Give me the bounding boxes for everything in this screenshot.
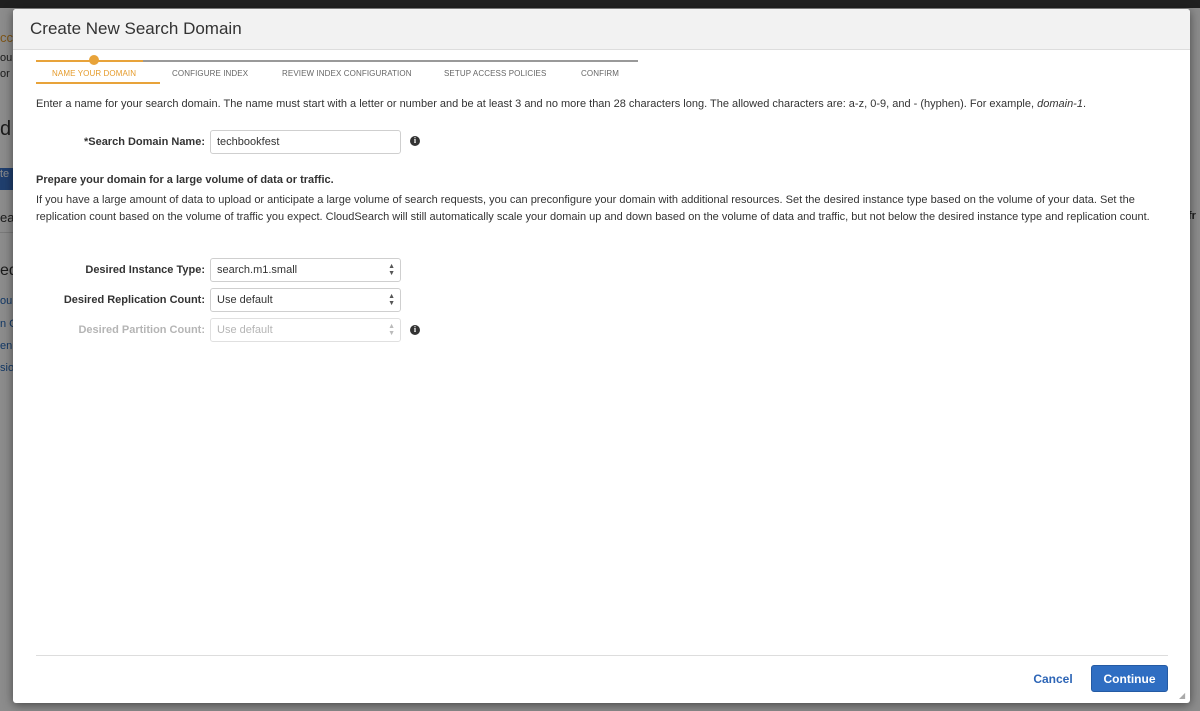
partition-count-label: Desired Partition Count: [78, 324, 205, 336]
wizard-step-configure-index: CONFIGURE INDEX [172, 69, 249, 78]
scaling-description: If you have a large amount of data to up… [36, 194, 1150, 223]
replication-count-label: Desired Replication Count: [63, 294, 205, 306]
footer-divider [36, 655, 1168, 656]
info-icon[interactable]: i [410, 136, 420, 146]
info-icon[interactable]: i [410, 325, 420, 335]
instance-type-value: search.m1.small [217, 264, 298, 276]
modal-title: Create New Search Domain [30, 19, 242, 38]
wizard-progress-line [143, 60, 638, 62]
wizard-progress: NAME YOUR DOMAIN CONFIGURE INDEX REVIEW … [36, 54, 638, 84]
resize-grip-icon[interactable]: ◢ [1179, 692, 1187, 700]
wizard-active-underline [36, 82, 160, 84]
search-domain-name-label: *Search Domain Name: [83, 136, 205, 148]
select-arrows-icon: ▲ ▼ [388, 323, 395, 337]
partition-count-value: Use default [217, 324, 273, 336]
create-domain-modal: Create New Search Domain NAME YOUR DOMAI… [13, 9, 1190, 703]
intro-example: domain-1 [1037, 98, 1083, 110]
select-arrows-icon: ▲ ▼ [388, 293, 395, 307]
scaling-heading: Prepare your domain for a large volume o… [36, 174, 334, 186]
modal-header: Create New Search Domain [13, 9, 1190, 50]
cancel-button[interactable]: Cancel [1025, 667, 1081, 692]
continue-button[interactable]: Continue [1091, 665, 1168, 692]
wizard-step-review-index-configuration: REVIEW INDEX CONFIGURATION [282, 69, 412, 78]
replication-count-select[interactable]: Use default ▲ ▼ [210, 288, 401, 312]
search-domain-name-input[interactable] [210, 130, 401, 154]
wizard-step-name-your-domain: NAME YOUR DOMAIN [52, 69, 137, 78]
instance-type-select[interactable]: search.m1.small ▲ ▼ [210, 258, 401, 282]
wizard-step-confirm: CONFIRM [581, 69, 620, 78]
wizard-current-step-dot [89, 55, 99, 65]
select-arrows-icon: ▲ ▼ [388, 263, 395, 277]
partition-count-select: Use default ▲ ▼ [210, 318, 401, 342]
intro-text: Enter a name for your search domain. The… [36, 98, 1087, 110]
instance-type-label: Desired Instance Type: [85, 264, 205, 276]
wizard-step-setup-access-policies: SETUP ACCESS POLICIES [444, 69, 547, 78]
replication-count-value: Use default [217, 294, 273, 306]
